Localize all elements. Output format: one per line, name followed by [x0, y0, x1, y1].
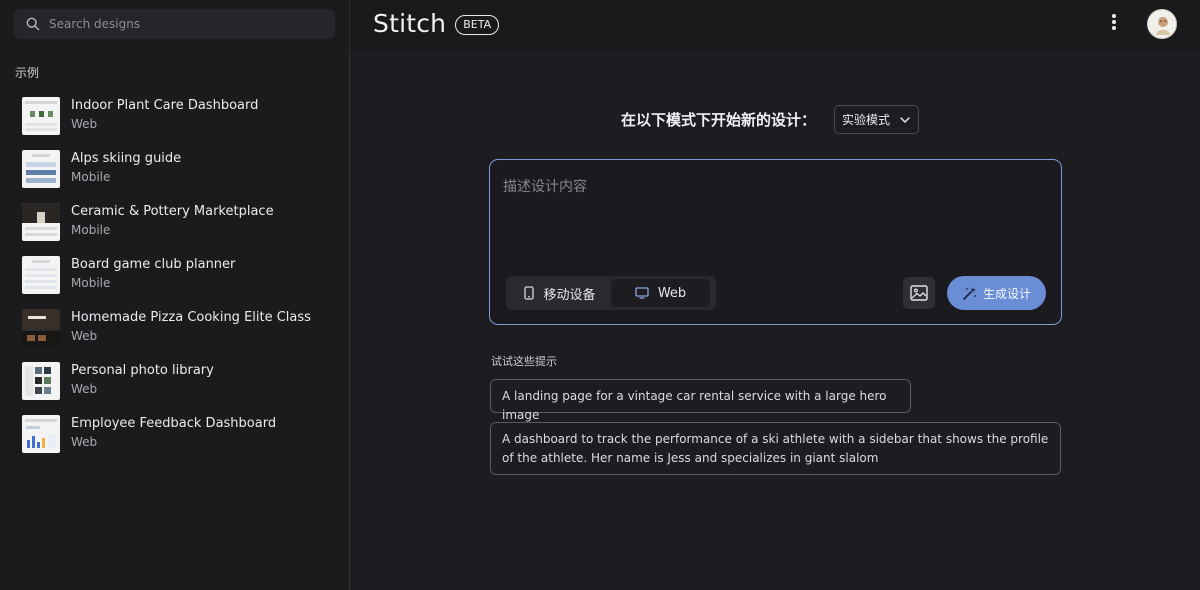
main-panel: Stitch BETA 在以下模式下开始新的设计： 实验模式 描述设计内容 移动…: [351, 0, 1200, 590]
phone-icon: [524, 286, 535, 300]
example-type: Web: [71, 117, 98, 131]
generate-design-button[interactable]: 生成设计: [947, 276, 1046, 310]
example-thumbnail: [22, 415, 60, 453]
beta-badge: BETA: [455, 14, 500, 35]
device-mobile-label: 移动设备: [543, 287, 596, 303]
device-option-mobile[interactable]: 移动设备: [509, 279, 611, 307]
suggestion-chip[interactable]: A dashboard to track the performance of …: [490, 422, 1061, 475]
start-heading: 在以下模式下开始新的设计：: [621, 111, 817, 129]
avatar[interactable]: [1147, 9, 1177, 39]
examples-section-label: 示例: [15, 66, 40, 80]
example-title: Personal photo library: [71, 363, 214, 378]
brand-name: Stitch: [373, 9, 447, 38]
example-title: Indoor Plant Care Dashboard: [71, 98, 259, 113]
example-type: Web: [71, 435, 98, 449]
example-title: Board game club planner: [71, 257, 236, 272]
upload-image-button[interactable]: [903, 277, 935, 309]
example-thumbnail: [22, 309, 60, 347]
example-type: Mobile: [71, 276, 111, 290]
magic-wand-icon: [963, 286, 976, 300]
prompt-box: 移动设备 Web 生成设: [489, 159, 1062, 325]
example-type: Web: [71, 382, 98, 396]
brand[interactable]: Stitch BETA: [373, 9, 500, 38]
start-row: 在以下模式下开始新的设计： 实验模式: [621, 105, 920, 134]
device-option-web[interactable]: Web: [611, 279, 710, 307]
prompt-input[interactable]: [503, 176, 1043, 256]
avatar-icon: [1156, 17, 1170, 35]
top-bar: Stitch BETA: [351, 0, 1200, 50]
example-thumbnail: [22, 97, 60, 135]
suggestions-label: 试试这些提示: [491, 355, 557, 368]
example-item[interactable]: Personal photo library Web: [0, 359, 350, 412]
device-toggle: 移动设备 Web: [506, 276, 716, 310]
device-web-label: Web: [657, 285, 687, 301]
search-bar[interactable]: [14, 9, 335, 39]
example-title: Ceramic & Pottery Marketplace: [71, 204, 274, 219]
example-item[interactable]: Board game club planner Mobile: [0, 253, 350, 306]
chevron-down-icon: [900, 116, 910, 123]
generate-label: 生成设计: [982, 286, 1031, 301]
example-thumbnail: [22, 256, 60, 294]
example-type: Web: [71, 329, 98, 343]
example-thumbnail: [22, 150, 60, 188]
example-list: Indoor Plant Care Dashboard Web Alps ski…: [0, 94, 350, 465]
example-item[interactable]: Employee Feedback Dashboard Web: [0, 412, 350, 465]
example-title: Employee Feedback Dashboard: [71, 416, 277, 431]
example-item[interactable]: Ceramic & Pottery Marketplace Mobile: [0, 200, 350, 253]
example-title: Homemade Pizza Cooking Elite Class: [71, 310, 311, 325]
more-options-icon[interactable]: [1105, 14, 1123, 34]
image-icon: [910, 285, 928, 301]
search-icon: [26, 17, 40, 31]
example-thumbnail: [22, 203, 60, 241]
example-item[interactable]: Indoor Plant Care Dashboard Web: [0, 94, 350, 147]
example-type: Mobile: [71, 223, 111, 237]
example-item[interactable]: Homemade Pizza Cooking Elite Class Web: [0, 306, 350, 359]
mode-value: 实验模式: [842, 113, 891, 127]
example-thumbnail: [22, 362, 60, 400]
mode-dropdown[interactable]: 实验模式: [834, 105, 920, 134]
sidebar: 示例 Indoor Plant Care Dashboard Web: [0, 0, 350, 590]
example-title: Alps skiing guide: [71, 151, 182, 166]
suggestion-chip[interactable]: A landing page for a vintage car rental …: [490, 379, 911, 422]
example-item[interactable]: Alps skiing guide Mobile: [0, 147, 350, 200]
monitor-icon: [635, 287, 649, 299]
search-input[interactable]: [49, 17, 319, 31]
example-type: Mobile: [71, 170, 111, 184]
